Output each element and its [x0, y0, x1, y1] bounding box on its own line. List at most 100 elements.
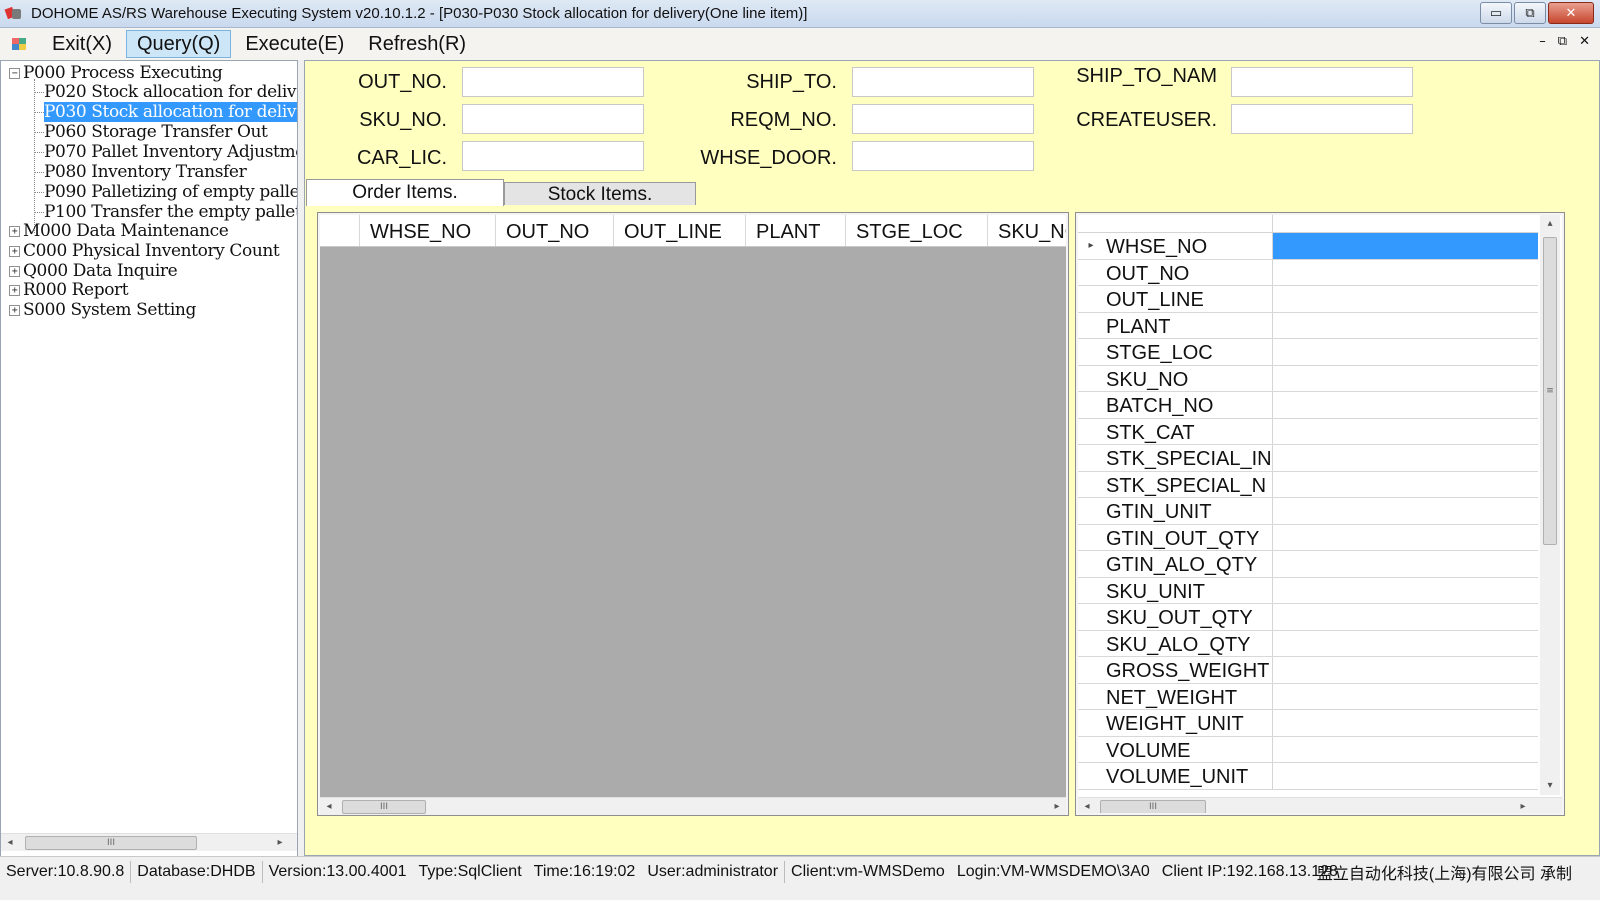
column-header-whse-no[interactable]: WHSE_NO: [360, 215, 496, 246]
tree-node-p000[interactable]: − P000 Process Executing: [9, 63, 223, 83]
column-header-stge-loc[interactable]: STGE_LOC: [846, 215, 988, 246]
tree-node-p100[interactable]: P100 Transfer the empty pallets ou: [44, 202, 297, 222]
detail-property-grid[interactable]: ▸ WHSE_NO OUT_NO OUT_LINE PLANT STGE_LOC SKU_N…: [1075, 212, 1565, 816]
property-value-cell[interactable]: [1272, 392, 1538, 418]
property-value-cell[interactable]: [1272, 365, 1538, 391]
property-row[interactable]: GTIN_UNIT: [1078, 498, 1538, 525]
property-value-cell[interactable]: [1272, 233, 1538, 259]
column-header-plant[interactable]: PLANT: [746, 215, 846, 246]
tree-node-m000[interactable]: + M000 Data Maintenance: [9, 221, 229, 241]
scroll-left-icon[interactable]: ◂: [320, 798, 338, 816]
property-row[interactable]: STK_SPECIAL_IN: [1078, 445, 1538, 472]
property-value-cell[interactable]: [1272, 657, 1538, 683]
property-row[interactable]: STK_CAT: [1078, 418, 1538, 445]
scroll-thumb[interactable]: III: [342, 800, 426, 814]
scroll-right-icon[interactable]: ▸: [1048, 798, 1066, 816]
property-value-cell[interactable]: [1272, 524, 1538, 550]
expand-icon[interactable]: +: [9, 245, 20, 257]
menu-execute[interactable]: Execute(E): [235, 30, 354, 58]
mdi-document-icon[interactable]: [12, 36, 28, 52]
expand-icon[interactable]: +: [9, 225, 20, 237]
property-value-cell[interactable]: [1272, 445, 1538, 471]
whse-door-input[interactable]: [852, 141, 1034, 171]
property-value-cell[interactable]: [1272, 259, 1538, 285]
property-value-cell[interactable]: [1272, 339, 1538, 365]
property-row[interactable]: NET_WEIGHT: [1078, 683, 1538, 710]
property-row[interactable]: VOLUME: [1078, 736, 1538, 763]
property-value-cell[interactable]: [1272, 577, 1538, 603]
scroll-thumb[interactable]: ≡: [1543, 237, 1557, 545]
menu-query[interactable]: Query(Q): [126, 30, 232, 58]
restore-button[interactable]: ⧉: [1514, 2, 1546, 24]
ship-to-input[interactable]: [852, 67, 1034, 97]
property-value-cell[interactable]: [1272, 471, 1538, 497]
property-value-cell[interactable]: [1272, 736, 1538, 762]
property-value-cell[interactable]: [1272, 763, 1538, 789]
property-value-cell[interactable]: [1272, 286, 1538, 312]
scroll-up-icon[interactable]: ▴: [1540, 215, 1560, 233]
property-row[interactable]: GTIN_OUT_QTY: [1078, 524, 1538, 551]
collapse-icon[interactable]: −: [9, 67, 20, 79]
property-value-cell[interactable]: [1272, 551, 1538, 577]
property-value-cell[interactable]: [1272, 710, 1538, 736]
property-row[interactable]: BATCH_NO: [1078, 392, 1538, 419]
out-no-input[interactable]: [462, 67, 644, 97]
grid-horizontal-scrollbar[interactable]: ◂ III ▸: [320, 797, 1066, 815]
property-horizontal-scrollbar[interactable]: ◂ III ▸: [1078, 797, 1562, 813]
property-value-cell[interactable]: [1272, 418, 1538, 444]
column-header-out-line[interactable]: OUT_LINE: [614, 215, 746, 246]
column-header-sku-no[interactable]: SKU_NO: [988, 215, 1066, 246]
ship-to-name-input[interactable]: [1231, 67, 1413, 97]
property-row[interactable]: SKU_ALO_QTY: [1078, 630, 1538, 657]
scroll-down-icon[interactable]: ▾: [1540, 777, 1560, 795]
tree-node-p080[interactable]: P080 Inventory Transfer: [44, 162, 247, 182]
tab-order-items[interactable]: Order Items.: [306, 179, 504, 206]
column-header-out-no[interactable]: OUT_NO: [496, 215, 614, 246]
mdi-close-button[interactable]: ✕: [1579, 34, 1590, 49]
property-row[interactable]: GROSS_WEIGHT: [1078, 657, 1538, 684]
createuser-input[interactable]: [1231, 104, 1413, 134]
property-row[interactable]: SKU_OUT_QTY: [1078, 604, 1538, 631]
property-row[interactable]: WEIGHT_UNIT: [1078, 710, 1538, 737]
expand-icon[interactable]: +: [9, 265, 20, 277]
tab-stock-items[interactable]: Stock Items.: [504, 182, 696, 205]
tree-node-p060[interactable]: P060 Storage Transfer Out: [44, 122, 268, 142]
property-row[interactable]: STGE_LOC: [1078, 339, 1538, 366]
scroll-thumb[interactable]: III: [25, 836, 197, 850]
scroll-right-icon[interactable]: ▸: [271, 834, 289, 852]
scroll-right-icon[interactable]: ▸: [1514, 798, 1532, 813]
property-value-cell[interactable]: [1272, 498, 1538, 524]
property-row[interactable]: ▸ WHSE_NO: [1078, 233, 1538, 260]
property-value-cell[interactable]: [1272, 630, 1538, 656]
expand-icon[interactable]: +: [9, 304, 20, 316]
property-row[interactable]: VOLUME_UNIT: [1078, 763, 1538, 790]
close-button[interactable]: ✕: [1548, 2, 1594, 24]
expand-icon[interactable]: +: [9, 284, 20, 296]
menu-refresh[interactable]: Refresh(R): [358, 30, 476, 58]
property-row[interactable]: PLANT: [1078, 312, 1538, 339]
property-row[interactable]: STK_SPECIAL_N: [1078, 471, 1538, 498]
tree-node-p070[interactable]: P070 Pallet Inventory Adjustment: [44, 142, 297, 162]
property-row[interactable]: OUT_NO: [1078, 259, 1538, 286]
tree-node-c000[interactable]: + C000 Physical Inventory Count: [9, 241, 280, 261]
menu-exit[interactable]: Exit(X): [42, 30, 122, 58]
property-row[interactable]: OUT_LINE: [1078, 286, 1538, 313]
tree-node-p030[interactable]: P030 Stock allocation for delivery(: [44, 102, 297, 122]
scroll-left-icon[interactable]: ◂: [1078, 798, 1096, 813]
property-row[interactable]: GTIN_ALO_QTY: [1078, 551, 1538, 578]
property-row[interactable]: SKU_UNIT: [1078, 577, 1538, 604]
mdi-restore-button[interactable]: ⧉: [1558, 34, 1567, 49]
scroll-left-icon[interactable]: ◂: [1, 834, 19, 852]
tree-node-p090[interactable]: P090 Palletizing of empty pallets: [44, 182, 297, 202]
tree-node-r000[interactable]: + R000 Report: [9, 280, 129, 300]
minimize-button[interactable]: ▭: [1480, 2, 1512, 24]
tree-node-p020[interactable]: P020 Stock allocation for delivery(: [44, 82, 297, 102]
app-icon[interactable]: [4, 5, 23, 23]
order-items-grid[interactable]: WHSE_NO OUT_NO OUT_LINE PLANT STGE_LOC S…: [317, 212, 1069, 816]
mdi-minimize-button[interactable]: –: [1539, 34, 1546, 49]
property-vertical-scrollbar[interactable]: ▴ ≡ ▾: [1540, 215, 1560, 795]
property-value-cell[interactable]: [1272, 312, 1538, 338]
property-row[interactable]: SKU_NO: [1078, 365, 1538, 392]
property-value-cell[interactable]: [1272, 683, 1538, 709]
tree-horizontal-scrollbar[interactable]: ◂ III ▸: [1, 833, 297, 851]
